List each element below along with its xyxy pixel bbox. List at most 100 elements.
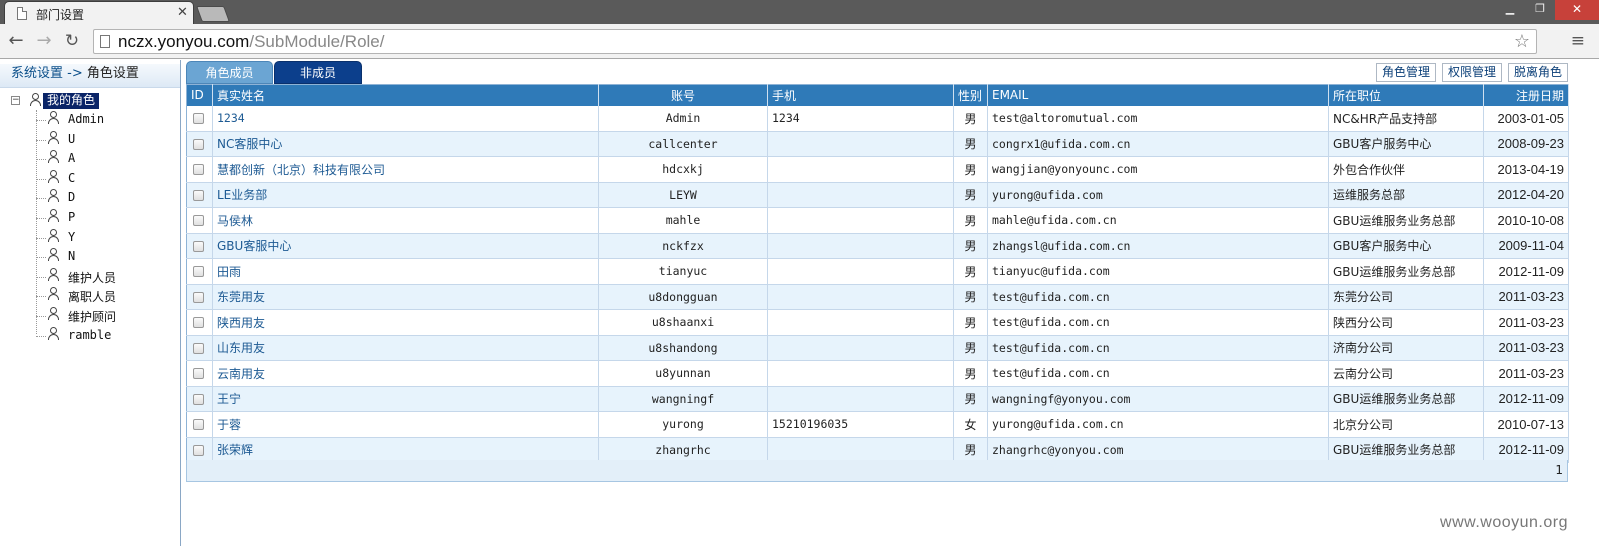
row-checkbox-input[interactable] [193,342,204,354]
close-tab-icon[interactable]: ✕ [177,5,188,20]
tree-item[interactable]: ramble [36,326,176,345]
tree-item-label[interactable]: ramble [68,328,111,342]
role-manage-button[interactable]: 角色管理 [1375,63,1436,82]
tree-item-label[interactable]: N [68,249,75,263]
tree-item-label[interactable]: Y [68,230,75,244]
table-row[interactable]: 于蓉 yurong 15210196035 女 yurong@ufida.com.cn 北… [186,411,1569,438]
table-row[interactable]: 陕西用友 u8shaanxi 男 test@ufida.com.cn 陕西分公司 2011… [186,309,1569,336]
table-row[interactable]: 马侯林 mahle 男 mahle@ufida.com.cn GBU运维服务业务总部 20… [186,207,1569,234]
table-row[interactable]: 云南用友 u8yunnan 男 test@ufida.com.cn 云南分公司 2011-… [186,360,1569,387]
tree-item[interactable]: P [36,208,176,227]
collapse-icon[interactable]: − [11,96,20,105]
table-row[interactable]: NC客服中心 callcenter 男 congrx1@ufida.com.cn GBU… [186,131,1569,157]
tree-root-label[interactable]: 我的角色 [43,93,100,109]
col-phone[interactable]: 手机 [767,84,954,106]
cell-name[interactable]: 云南用友 [212,360,599,387]
user-icon [47,150,59,164]
tree-item-label[interactable]: 维护人员 [68,269,116,286]
cell-name[interactable]: 山东用友 [212,335,599,361]
table-row[interactable]: 张荣辉 zhangrhc 男 zhangrhc@yonyou.com GBU运维服务业务… [186,437,1569,463]
tree-item-label[interactable]: 离职人员 [68,288,116,305]
row-checkbox-input[interactable] [193,189,204,201]
forward-arrow-icon[interactable]: → [34,31,54,51]
table-row[interactable]: 东莞用友 u8dongguan 男 test@ufida.com.cn 东莞分公司 201… [186,284,1569,310]
tree-item[interactable]: U [36,130,176,149]
row-checkbox-input[interactable] [193,419,204,431]
reload-icon[interactable]: ↻ [62,31,82,51]
tab-non-members[interactable]: 非成员 [274,61,362,84]
row-checkbox-input[interactable] [193,164,204,176]
col-position[interactable]: 所在职位 [1328,84,1484,106]
table-row[interactable]: 1234 Admin 1234 男 test@altoromutual.com NC&HR… [186,105,1569,132]
bookmark-star-icon[interactable]: ☆ [1514,31,1530,52]
permission-manage-button[interactable]: 权限管理 [1441,63,1502,82]
cell-date: 2011-03-23 [1483,309,1569,336]
cell-name[interactable]: 慧都创新（北京）科技有限公司 [212,156,599,183]
tree-item[interactable]: 维护人员 [36,267,176,286]
row-checkbox-input[interactable] [193,368,204,380]
col-id[interactable]: ID [186,84,213,106]
cell-name[interactable]: NC客服中心 [212,131,599,157]
new-tab-button[interactable] [196,6,230,22]
table-row[interactable]: 王宁 wangningf 男 wangningf@yonyou.com GBU运维服务业… [186,386,1569,412]
row-checkbox-input[interactable] [193,266,204,278]
tree-item-label[interactable]: C [68,171,75,185]
col-date[interactable]: 注册日期 [1483,84,1569,106]
cell-name[interactable]: 于蓉 [212,411,599,438]
cell-date: 2012-11-09 [1483,437,1569,463]
cell-name[interactable]: 1234 [212,105,599,132]
table-row[interactable]: GBU客服中心 nckfzx 男 zhangsl@ufida.com.cn GBU客户服… [186,233,1569,259]
tree-item[interactable]: A [36,149,176,168]
cell-name[interactable]: 东莞用友 [212,284,599,310]
breadcrumb-system-settings[interactable]: 系统设置 [11,66,63,81]
row-checkbox-input[interactable] [193,215,204,227]
page-number[interactable]: 1 [1555,463,1563,477]
close-window-icon[interactable]: ✕ [1555,0,1599,20]
col-gender[interactable]: 性别 [953,84,988,106]
cell-name[interactable]: LE业务部 [212,182,599,208]
browser-menu-icon[interactable]: ≡ [1571,31,1585,51]
cell-name[interactable]: 王宁 [212,386,599,412]
restore-icon[interactable]: ❐ [1525,0,1555,20]
tree-item[interactable]: C [36,169,176,188]
row-checkbox-input[interactable] [193,393,204,405]
browser-tab[interactable]: 部门设置 ✕ [4,1,194,24]
tab-role-members[interactable]: 角色成员 [186,61,273,84]
address-bar[interactable]: nczx.yonyou.com/SubModule/Role/ ☆ [93,29,1537,54]
col-account[interactable]: 账号 [598,84,768,106]
tree-item[interactable]: D [36,188,176,207]
cell-name[interactable]: 田雨 [212,258,599,285]
back-arrow-icon[interactable]: ← [6,31,26,51]
tree-item[interactable]: Admin [36,110,176,129]
row-checkbox-input[interactable] [193,138,204,150]
tree-item-label[interactable]: P [68,210,75,224]
tree-item-label[interactable]: Admin [68,112,104,126]
tree-item-label[interactable]: D [68,190,75,204]
tree-item[interactable]: N [36,247,176,266]
tree-item-label[interactable]: A [68,151,75,165]
leave-role-button[interactable]: 脱离角色 [1507,63,1568,82]
row-checkbox-input[interactable] [193,291,204,303]
table-header: ID 真实姓名 账号 手机 性别 EMAIL 所在职位 注册日期 [186,84,1569,106]
tree-item[interactable]: 维护顾问 [36,306,176,325]
cell-name[interactable]: 陕西用友 [212,309,599,336]
col-email[interactable]: EMAIL [987,84,1329,106]
row-checkbox-input[interactable] [193,240,204,252]
row-checkbox-input[interactable] [193,113,204,124]
cell-phone: 1234 [767,105,954,132]
cell-name[interactable]: 张荣辉 [212,437,599,463]
col-name[interactable]: 真实姓名 [212,84,599,106]
table-row[interactable]: 山东用友 u8shandong 男 test@ufida.com.cn 济南分公司 201… [186,335,1569,361]
tree-item[interactable]: 离职人员 [36,286,176,305]
table-row[interactable]: 慧都创新（北京）科技有限公司 hdcxkj 男 wangjian@yonyounc.c… [186,156,1569,183]
row-checkbox-input[interactable] [193,444,204,456]
cell-name[interactable]: 马侯林 [212,207,599,234]
row-checkbox-input[interactable] [193,317,204,329]
table-row[interactable]: LE业务部 LEYW 男 yurong@ufida.com 运维服务总部 2012-04-… [186,182,1569,208]
tree-item-label[interactable]: U [68,132,75,146]
minimize-icon[interactable]: ▁ [1495,0,1525,20]
cell-name[interactable]: GBU客服中心 [212,233,599,259]
tree-item-label[interactable]: 维护顾问 [68,308,116,325]
table-row[interactable]: 田雨 tianyuc 男 tianyuc@ufida.com GBU运维服务业务总部 20… [186,258,1569,285]
tree-item[interactable]: Y [36,228,176,247]
